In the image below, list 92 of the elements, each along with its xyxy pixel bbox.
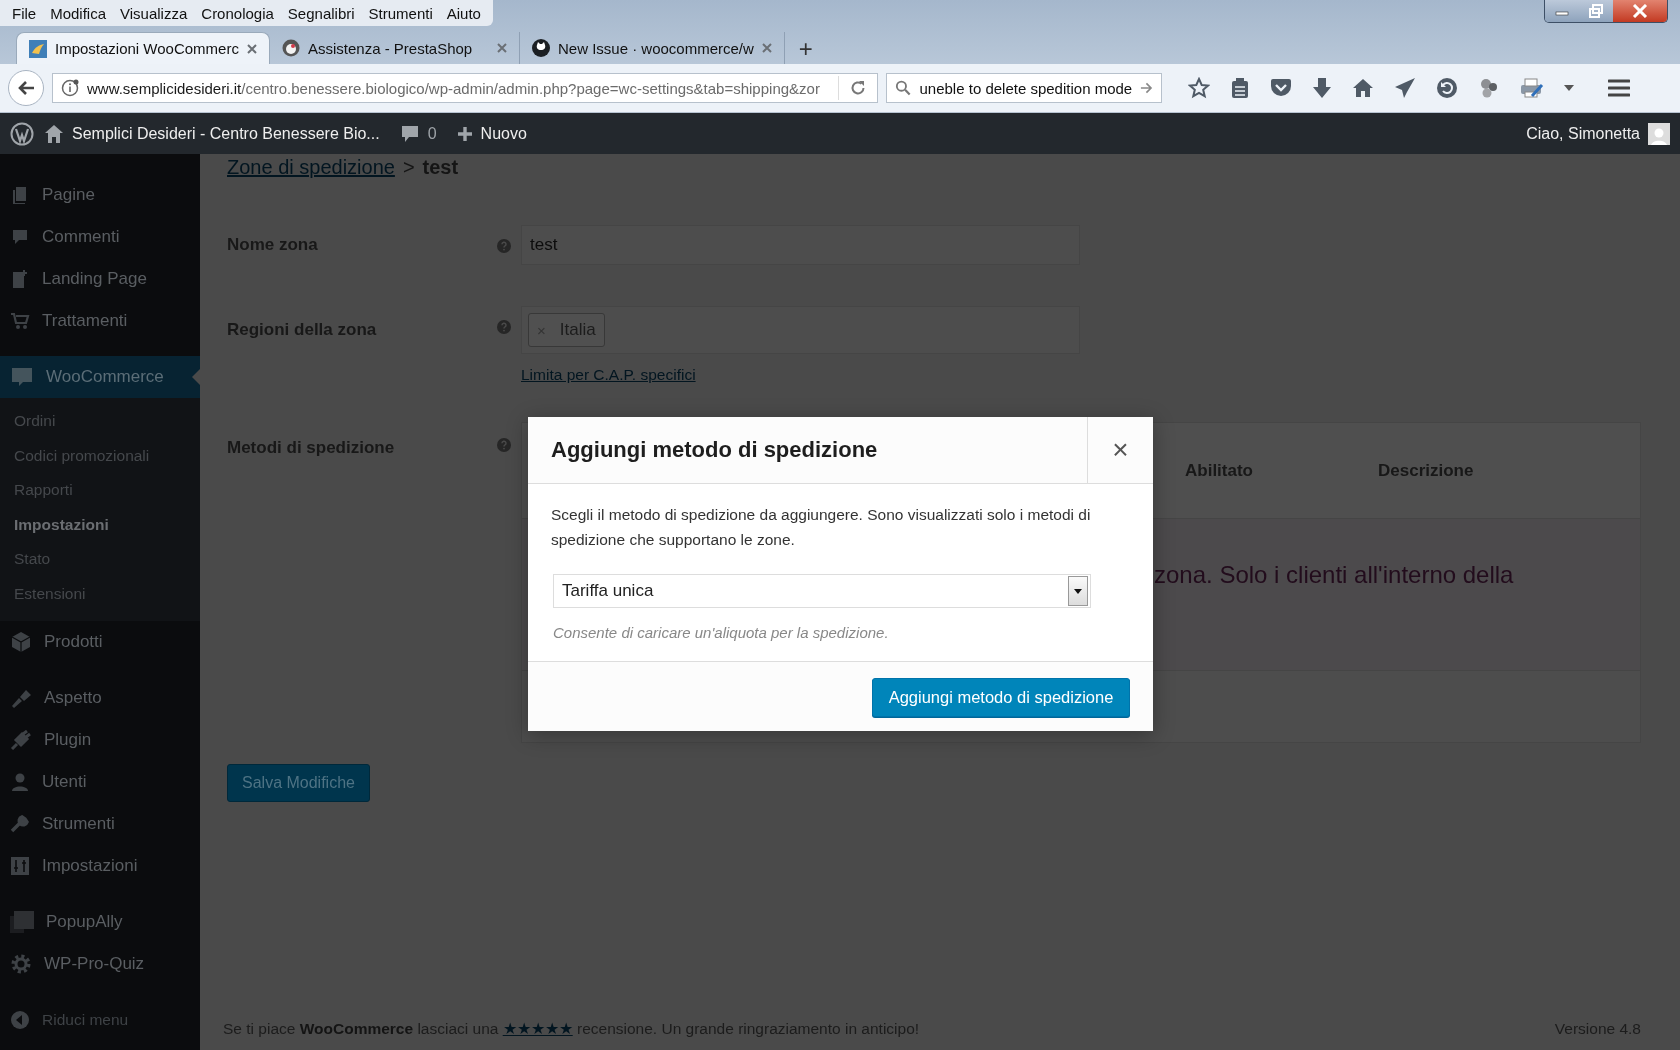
column-header: Abilitato	[1185, 460, 1254, 481]
new-link[interactable]: Nuovo	[480, 124, 527, 143]
url-text: www.semplicidesideri.it/centro.benessere.biologico/wp-admin/admin.php?page=wc-settings&tab=shipping&zor	[87, 79, 821, 97]
sidebar-item[interactable]: PopupAlly	[0, 901, 200, 943]
dots-icon[interactable]	[1478, 77, 1500, 99]
clipboard-icon[interactable]	[1230, 77, 1250, 99]
rating-link[interactable]: ★★★★★	[502, 1020, 573, 1037]
close-tab-icon[interactable]	[496, 43, 507, 53]
method-hint: Consente di caricare un'aliquota per la spedizione.	[553, 624, 890, 641]
sidebar-item[interactable]: Impostazioni	[0, 845, 200, 887]
back-arrow-icon	[17, 80, 35, 96]
arrow-icon[interactable]	[1140, 81, 1153, 95]
breadcrumb-separator: >	[402, 156, 415, 179]
sidebar-item[interactable]: Landing Page	[0, 258, 200, 300]
store-bubble-icon	[10, 366, 34, 388]
comment-count: 0	[427, 124, 437, 143]
sidebar-item[interactable]: Trattamenti	[0, 300, 200, 342]
download-icon[interactable]	[1312, 77, 1332, 99]
sidebar-item[interactable]: WP-Pro-Quiz	[0, 943, 200, 985]
box-icon	[10, 631, 32, 653]
wrench-icon	[10, 814, 30, 834]
zone-name-field[interactable]: test	[521, 225, 1080, 265]
postcode-link[interactable]: Limita per C.A.P. specifici	[521, 366, 696, 384]
add-method-button[interactable]: Aggiungi metodo di spedizione	[872, 678, 1130, 717]
site-name-link[interactable]: Semplici Desideri - Centro Benessere Bio...	[72, 124, 380, 143]
site-icon	[29, 39, 47, 58]
address-bar[interactable]: www.semplicidesideri.it/centro.benessere.biologico/wp-admin/admin.php?page=wc-settings&tab=shipping&zor	[52, 73, 878, 103]
sidebar-item[interactable]: Aspetto	[0, 677, 200, 719]
close-tab-icon[interactable]	[761, 43, 772, 53]
save-button[interactable]: Salva Modifiche	[227, 764, 370, 802]
sidebar-item[interactable]: Utenti	[0, 761, 200, 803]
modal-description: Scegli il metodo di spedizione da aggiungere. Sono visualizzati solo i metodi di spedizione che supportano le zone.	[551, 505, 1092, 550]
home-icon[interactable]	[1352, 78, 1374, 98]
menu-item[interactable]: Strumenti	[362, 4, 439, 22]
greeting-link[interactable]: Ciao, Simonetta	[1526, 124, 1640, 143]
square-badge-icon	[10, 910, 34, 934]
cat-logo-icon	[531, 39, 550, 57]
back-button[interactable]	[8, 70, 44, 106]
reload-icon[interactable]	[849, 79, 867, 97]
menu-item[interactable]: Aiuto	[440, 4, 487, 22]
sidebar-item[interactable]: Prodotti	[0, 621, 200, 663]
new-tab-button[interactable]: +	[784, 34, 827, 64]
comment-icon	[10, 227, 30, 247]
sidebar-item[interactable]: WooCommerce	[0, 356, 200, 398]
modal-title: Aggiungi metodo di spedizione	[550, 436, 879, 464]
menu-icon[interactable]	[1608, 79, 1630, 97]
browser-tab[interactable]: Impostazioni WooCommerc	[16, 32, 270, 64]
restore-button[interactable]	[1579, 0, 1613, 22]
caret-icon[interactable]	[1074, 588, 1082, 594]
sidebar-item[interactable]: Pagine	[0, 174, 200, 216]
sliders-icon	[10, 856, 30, 876]
menu-item[interactable]: File	[6, 4, 43, 22]
close-icon	[1632, 4, 1648, 18]
plug-icon	[10, 730, 32, 750]
plus-icon[interactable]	[456, 125, 473, 142]
breadcrumb-link[interactable]: Zone di spedizione	[227, 156, 395, 179]
close-button[interactable]	[1613, 0, 1667, 22]
empty-message: zona. Solo i clienti all'interno della	[1153, 560, 1514, 589]
sidebar-item[interactable]: Strumenti	[0, 803, 200, 845]
wordpress-logo-icon[interactable]	[10, 121, 34, 146]
sidebar-item[interactable]: Plugin	[0, 719, 200, 761]
paper-plane-icon[interactable]	[1394, 77, 1416, 99]
cart-icon	[10, 311, 30, 331]
collapse-menu-button[interactable]: Riduci menu	[0, 999, 200, 1041]
method-select[interactable]: Tariffa unica	[553, 574, 1091, 608]
comment-icon[interactable]	[399, 123, 420, 144]
search-field[interactable]: uneble to delete spedition mode	[886, 73, 1162, 103]
sidebar-item[interactable]: Commenti	[0, 216, 200, 258]
close-tab-icon[interactable]	[246, 43, 257, 54]
remove-tag-button[interactable]: ×	[537, 321, 546, 339]
caret-icon[interactable]	[1564, 85, 1574, 91]
submenu-item[interactable]: Impostazioni	[0, 507, 200, 542]
shield-icon[interactable]	[1270, 78, 1292, 98]
brush-icon	[10, 688, 32, 708]
menu-item[interactable]: Visualizza	[114, 4, 194, 22]
menu-item[interactable]: Cronologia	[195, 4, 280, 22]
home-icon[interactable]	[44, 123, 64, 144]
gear-icon	[10, 953, 32, 975]
printer-icon[interactable]	[1520, 77, 1544, 99]
penguin-icon	[281, 39, 300, 57]
menu-item[interactable]: Modifica	[44, 4, 113, 22]
page-plus-icon	[10, 269, 30, 289]
menu-item[interactable]: Segnalibri	[281, 4, 361, 22]
info-icon[interactable]	[61, 79, 79, 97]
collapse-icon	[10, 1010, 30, 1030]
history-icon[interactable]	[1436, 77, 1458, 99]
star-icon[interactable]	[1188, 77, 1210, 99]
search-icon	[895, 79, 912, 97]
avatar-icon[interactable]	[1648, 122, 1670, 145]
column-header: Descrizione	[1378, 460, 1475, 481]
restore-icon	[1589, 4, 1603, 18]
user-icon	[10, 772, 30, 792]
